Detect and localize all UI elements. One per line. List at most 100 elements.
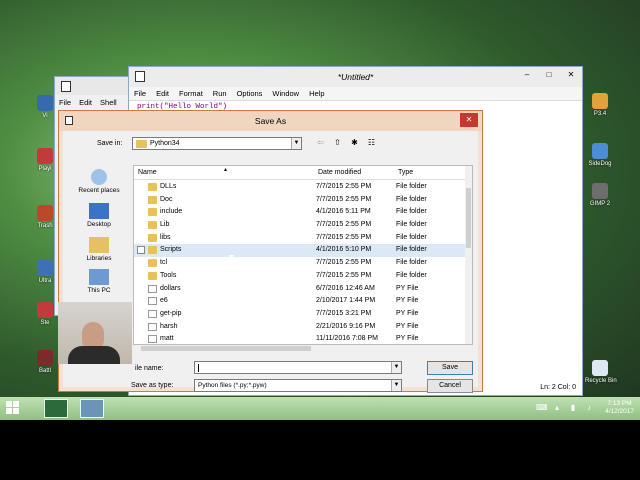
file-type: PY File [396,335,419,343]
file-type: File folder [396,271,427,279]
clock[interactable]: 7:13 PM 4/12/2017 [605,400,634,416]
chevron-down-icon[interactable]: ▼ [391,362,401,373]
file-row[interactable]: tcl 7/7/2015 2:55 PM File folder [134,257,468,270]
save-button[interactable]: Save [427,361,473,375]
place-desktop[interactable]: Desktop [67,203,131,228]
menu-run[interactable]: Run [208,87,232,100]
shell-titlebar[interactable] [55,77,135,95]
dialog-titlebar[interactable]: Save As ✕ [59,111,482,131]
file-list[interactable]: Name ▴ Date modified Type DLLs 7/7/2015 2… [133,165,473,345]
desktop-icon-left[interactable]: Battl [30,350,60,375]
file-row[interactable]: Lib 7/7/2015 2:55 PM File folder [134,219,468,232]
cancel-button[interactable]: Cancel [427,379,473,393]
file-date: 2/21/2016 9:16 PM [316,322,376,330]
desktop: Vi Playi Trash Ultra Ste Battl P3.4 SideDog GIM… [0,0,640,420]
chevron-up-icon[interactable]: ▴ [552,403,562,412]
place-libraries[interactable]: Libraries [67,237,131,262]
column-type[interactable]: Type [398,169,413,176]
desktop-icon-right[interactable]: SideDog [585,143,615,168]
desktop-icon-label: P3.4 [593,111,607,117]
file-row[interactable]: e6 2/10/2017 1:44 PM PY File [134,295,468,308]
file-row[interactable]: Doc 7/7/2015 2:55 PM File folder [134,194,468,207]
app-icon [37,148,53,164]
new-folder-icon[interactable]: ✱ [349,138,360,148]
file-name: Doc [160,195,173,203]
file-name: libs [160,233,171,241]
file-row[interactable]: include 4/1/2016 5:11 PM File folder [134,206,468,219]
shell-menu-file[interactable]: File [55,97,75,109]
desktop-icon-right[interactable]: GIMP 2 [585,183,615,208]
python-file-icon [148,335,157,344]
file-name: include [160,208,183,216]
editor-titlebar[interactable]: *Untitled* – □ ✕ [129,67,582,87]
file-row[interactable]: Scripts 4/1/2016 5:10 PM File folder [134,244,468,258]
vertical-scrollbar[interactable] [465,166,472,344]
column-name[interactable]: Name [138,169,157,176]
file-date: 7/7/2015 2:55 PM [316,233,372,241]
file-date: 2/10/2017 1:44 PM [316,297,376,305]
close-icon[interactable]: ✕ [564,69,578,81]
menu-window[interactable]: Window [267,87,304,100]
menu-help[interactable]: Help [304,87,329,100]
editor-menubar: File Edit Format Run Options Window Help [129,87,582,101]
view-menu-icon[interactable]: ☷ [366,138,377,148]
recent-places-icon [91,169,107,185]
menu-edit[interactable]: Edit [151,87,174,100]
scrollbar-thumb[interactable] [141,346,311,351]
app-icon [592,143,608,159]
file-type: File folder [396,195,427,203]
app-icon [37,205,53,221]
network-icon[interactable]: ▮ [568,403,578,412]
minimize-icon[interactable]: – [520,69,534,81]
save-in-label: Save in: [97,140,123,147]
file-date: 7/7/2015 2:55 PM [316,195,372,203]
save-in-value: Python34 [150,140,180,147]
volume-icon[interactable]: ♪ [584,403,594,412]
file-row[interactable]: libs 7/7/2015 2:55 PM File folder [134,232,468,245]
app-icon [592,360,608,376]
keyboard-icon[interactable]: ⌨ [536,403,548,412]
save-as-type-dropdown[interactable]: Python files (*.py;*.pyw) ▼ [194,379,402,392]
up-folder-icon[interactable]: ⇧ [332,138,343,148]
file-row[interactable]: DLLs 7/7/2015 2:55 PM File folder [134,181,468,194]
file-row[interactable]: Tools 7/7/2015 2:55 PM File folder [134,270,468,283]
file-row[interactable]: matt 11/11/2016 7:08 PM PY File [134,333,468,344]
file-row[interactable]: get-pip 7/7/2015 3:21 PM PY File [134,308,468,321]
taskbar-app-camtasia[interactable] [44,399,68,418]
file-date: 7/7/2015 2:55 PM [316,259,372,267]
menu-file[interactable]: File [129,87,151,100]
maximize-icon[interactable]: □ [542,69,556,81]
menu-format[interactable]: Format [174,87,208,100]
column-date-modified[interactable]: Date modified [318,169,361,176]
file-date: 4/1/2016 5:11 PM [316,208,371,216]
file-name-input[interactable]: ▼ [194,361,402,374]
row-checkbox[interactable] [137,246,145,255]
place-this-pc[interactable]: This PC [67,269,131,294]
desktop-icon-right[interactable]: Recycle Bin [585,360,617,385]
shell-menu-shell[interactable]: Shell [96,97,121,109]
file-type: File folder [396,233,427,241]
desktop-icon-label: SideDog [588,161,612,167]
back-arrow-icon[interactable]: ⇦ [315,138,326,148]
file-date: 6/7/2016 12:46 AM [316,284,375,292]
file-row[interactable]: dollars 6/7/2016 12:46 AM PY File [134,283,468,296]
dialog-close-button[interactable]: ✕ [460,113,478,127]
taskbar-app-python[interactable] [80,399,104,418]
horizontal-scrollbar[interactable] [133,345,467,352]
file-type: File folder [396,183,427,190]
file-row[interactable]: harsh 2/21/2016 9:16 PM PY File [134,321,468,334]
file-name: harsh [160,322,178,330]
chevron-down-icon[interactable]: ▼ [291,138,301,149]
chevron-down-icon[interactable]: ▼ [391,380,401,391]
scrollbar-thumb[interactable] [466,188,471,248]
shell-menu-edit[interactable]: Edit [75,97,96,109]
folder-icon [148,195,157,204]
menu-options[interactable]: Options [232,87,268,100]
save-in-dropdown[interactable]: Python34 ▼ [132,137,302,150]
place-recent-places[interactable]: Recent places [67,169,131,194]
start-button[interactable] [6,401,20,415]
file-date: 7/7/2015 2:55 PM [316,183,372,190]
app-icon [592,183,608,199]
desktop-icon-right[interactable]: P3.4 [585,93,615,118]
folder-icon [148,246,157,255]
